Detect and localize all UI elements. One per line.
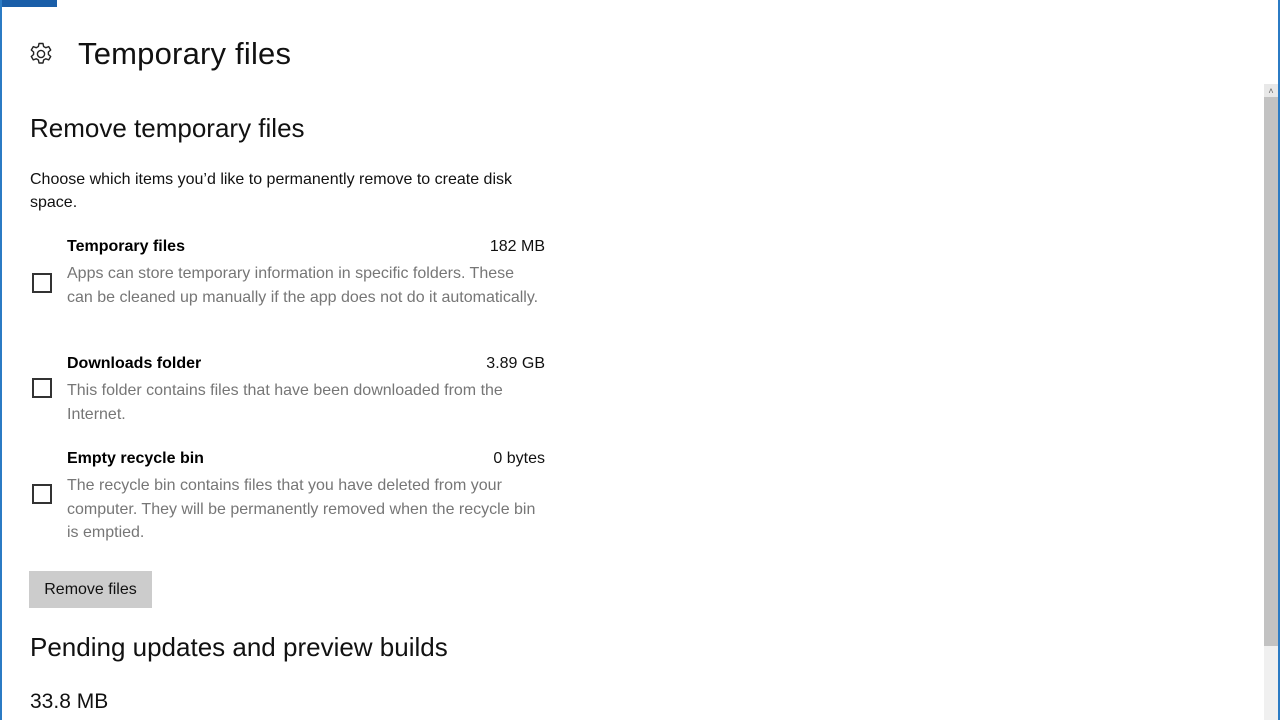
item-title: Downloads folder (67, 355, 202, 372)
item-downloads-folder: Downloads folder 3.89 GB This folder con… (30, 355, 545, 427)
item-size: 3.89 GB (486, 355, 545, 372)
scroll-up-arrow-icon[interactable]: ˄ (1264, 84, 1278, 97)
scrollbar-thumb[interactable] (1264, 97, 1278, 646)
item-description: This folder contains files that have bee… (67, 382, 503, 423)
empty-recycle-bin-checkbox[interactable] (32, 484, 52, 504)
page-header: Temporary files (28, 36, 291, 72)
downloads-folder-checkbox[interactable] (32, 378, 52, 398)
remove-files-button[interactable]: Remove files (29, 571, 152, 608)
item-empty-recycle-bin: Empty recycle bin 0 bytes The recycle bi… (30, 450, 545, 545)
window-accent-tab (0, 0, 57, 7)
section-description: Choose which items you’d like to permane… (30, 171, 512, 211)
item-temporary-files: Temporary files 182 MB Apps can store te… (30, 238, 545, 333)
window-border-left (0, 0, 2, 720)
vertical-scrollbar[interactable]: ˄ (1264, 84, 1278, 720)
section-title-pending: Pending updates and preview builds (30, 632, 448, 662)
item-description: Apps can store temporary information in … (67, 265, 539, 306)
temporary-files-checkbox[interactable] (32, 273, 52, 293)
pending-size: 33.8 MB (30, 690, 109, 713)
page-title: Temporary files (78, 36, 292, 71)
item-size: 0 bytes (493, 450, 545, 467)
gear-icon (28, 41, 54, 67)
item-description: The recycle bin contains files that you … (67, 477, 536, 541)
item-title: Empty recycle bin (67, 450, 204, 467)
section-title-remove: Remove temporary files (30, 113, 305, 143)
item-title: Temporary files (67, 238, 185, 255)
item-size: 182 MB (489, 238, 545, 255)
